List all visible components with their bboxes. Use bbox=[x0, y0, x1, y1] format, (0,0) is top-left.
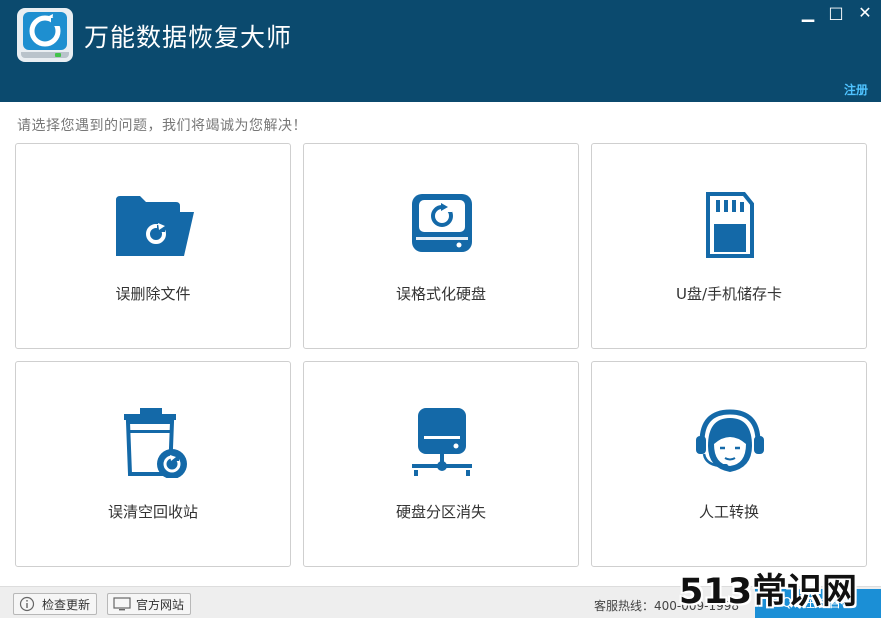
option-label: 误格式化硬盘 bbox=[395, 285, 486, 303]
prompt-text: 请选择您遇到的问题，我们将竭诚为您解决！ bbox=[17, 118, 307, 134]
disk-partition-icon bbox=[402, 408, 482, 478]
option-formatted-disk[interactable]: 误格式化硬盘 bbox=[303, 143, 579, 349]
customer-service-icon bbox=[690, 408, 770, 478]
option-label: 误删除文件 bbox=[115, 285, 191, 303]
format-disk-icon bbox=[402, 190, 482, 260]
close-button[interactable]: ✕ bbox=[854, 4, 876, 22]
minimize-button[interactable]: ▁ bbox=[797, 4, 819, 22]
check-update-button[interactable]: 检查更新 bbox=[13, 593, 97, 615]
option-human-support[interactable]: 人工转换 bbox=[591, 361, 867, 567]
option-label: U盘/手机储存卡 bbox=[675, 285, 783, 303]
site-watermark: 513常识网 bbox=[679, 572, 858, 612]
check-update-label: 检查更新 bbox=[42, 598, 91, 612]
title-bar: 万能数据恢复大师 ▁ □ ✕ bbox=[0, 0, 881, 75]
register-bar: 注册 bbox=[0, 75, 881, 102]
official-site-button[interactable]: 官方网站 bbox=[107, 593, 191, 615]
option-recycle-bin[interactable]: 误清空回收站 bbox=[15, 361, 291, 567]
register-link[interactable]: 注册 bbox=[844, 81, 868, 98]
option-label: 硬盘分区消失 bbox=[395, 503, 486, 521]
app-title: 万能数据恢复大师 bbox=[84, 23, 293, 52]
monitor-icon bbox=[113, 596, 131, 619]
app-logo-icon bbox=[17, 8, 73, 62]
option-sd-card[interactable]: U盘/手机储存卡 bbox=[591, 143, 867, 349]
option-deleted-files[interactable]: 误删除文件 bbox=[15, 143, 291, 349]
sd-card-icon bbox=[690, 190, 770, 260]
info-icon bbox=[19, 596, 35, 619]
official-site-label: 官方网站 bbox=[136, 598, 185, 612]
option-label: 人工转换 bbox=[698, 503, 759, 521]
maximize-button[interactable]: □ bbox=[825, 4, 847, 22]
deleted-file-folder-icon bbox=[114, 190, 194, 260]
option-label: 误清空回收站 bbox=[107, 503, 198, 521]
recycle-bin-icon bbox=[114, 408, 194, 479]
option-partition-lost[interactable]: 硬盘分区消失 bbox=[303, 361, 579, 567]
